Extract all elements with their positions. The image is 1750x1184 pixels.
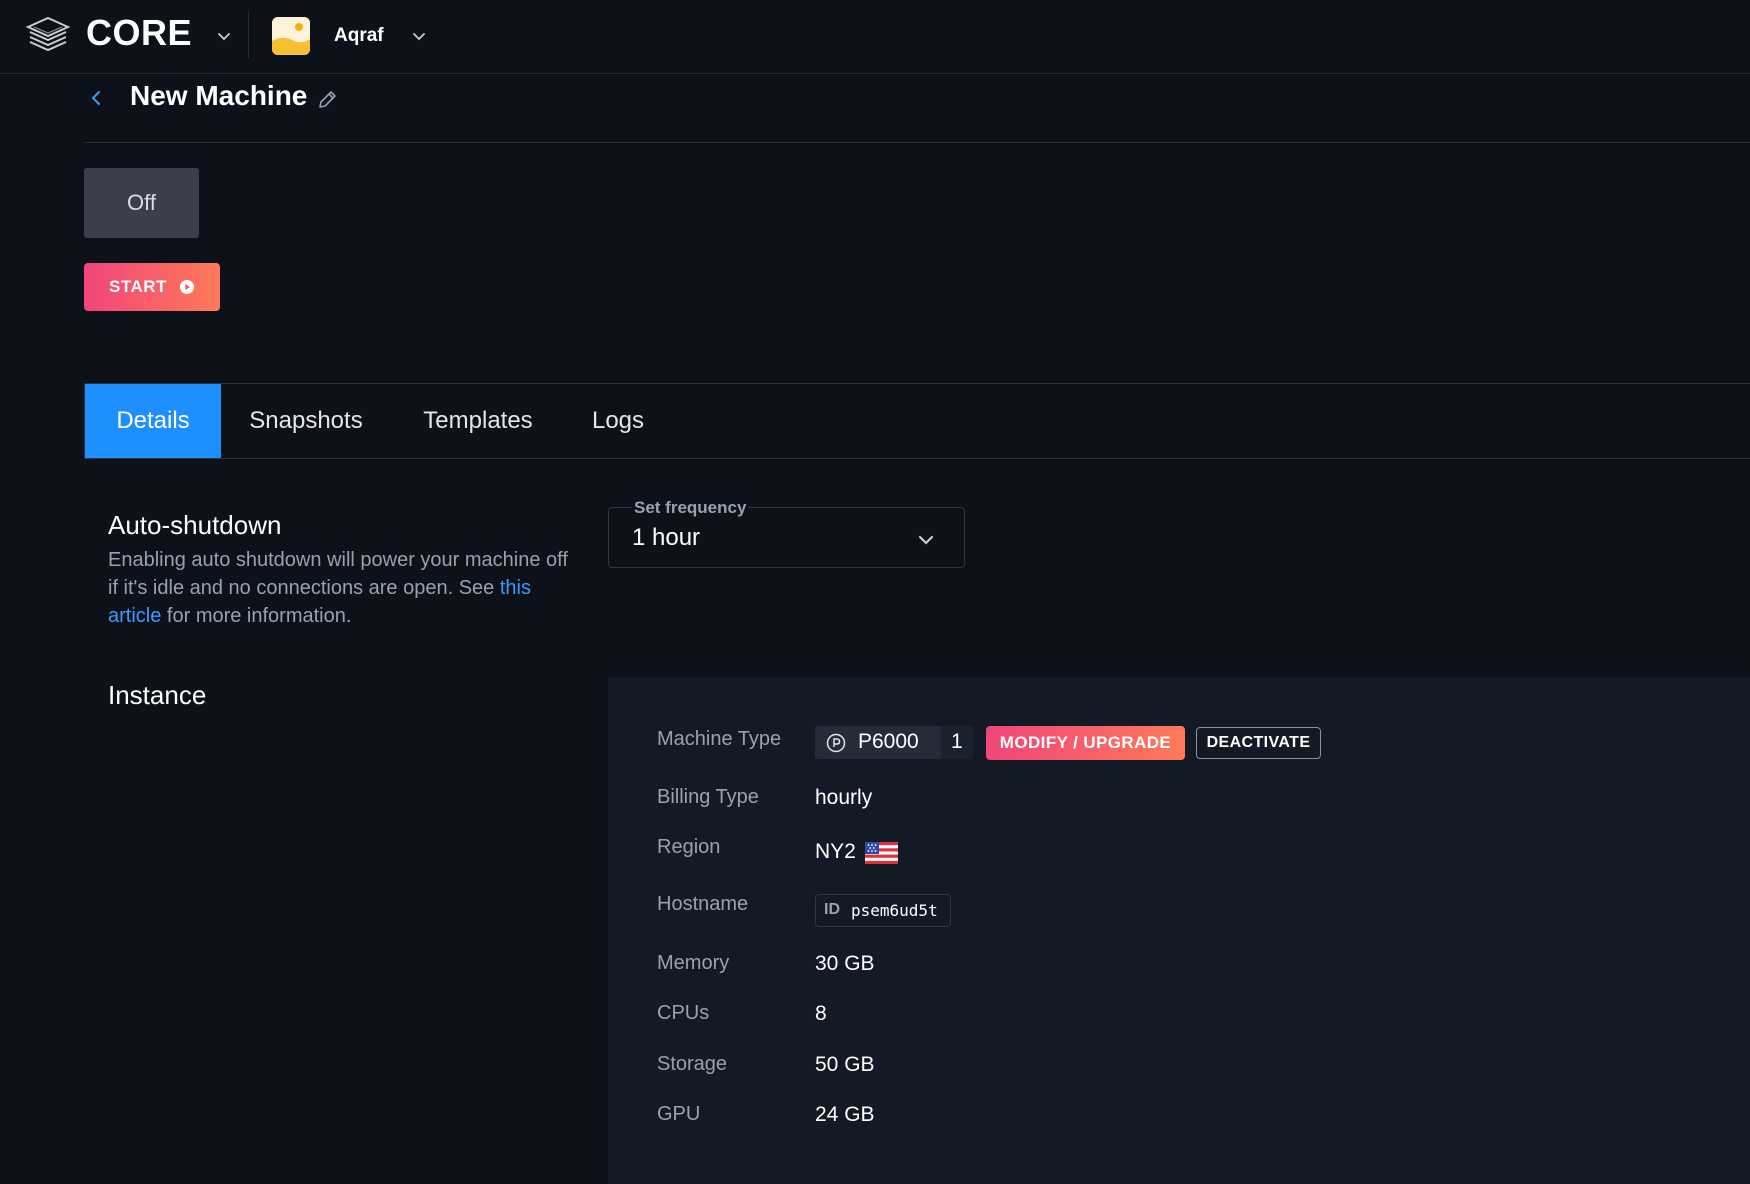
pencil-icon[interactable]	[316, 89, 338, 111]
region-label: Region	[657, 836, 721, 858]
machine-status-badge: Off	[84, 168, 199, 238]
auto-shutdown-description: Enabling auto shutdown will power your m…	[108, 546, 568, 630]
top-bar: CORE Aqraf	[0, 0, 1750, 74]
machine-count: 1	[951, 730, 963, 753]
start-button-label: START	[109, 277, 167, 296]
memory-value: 30 GB	[815, 952, 875, 975]
tab-templates[interactable]: Templates	[405, 384, 551, 458]
chevron-down-icon[interactable]	[411, 28, 427, 44]
header-divider-line	[84, 142, 1750, 143]
gpu-value: 24 GB	[815, 1103, 875, 1126]
team-name[interactable]: Aqraf	[334, 25, 384, 47]
page-title: New Machine	[130, 80, 308, 111]
instance-title: Instance	[108, 680, 207, 710]
team-avatar[interactable]	[272, 17, 310, 55]
play-circle-icon	[179, 280, 194, 294]
deactivate-button[interactable]: DEACTIVATE	[1196, 727, 1321, 759]
brand-name[interactable]: CORE	[86, 12, 192, 54]
billing-type-label: Billing Type	[657, 786, 759, 808]
frequency-label: Set frequency	[632, 498, 749, 518]
start-button[interactable]: START	[84, 263, 220, 311]
chevron-left-icon[interactable]	[86, 88, 106, 108]
storage-label: Storage	[657, 1053, 728, 1075]
hostname-label: Hostname	[657, 893, 749, 915]
us-flag-icon	[865, 842, 898, 864]
modify-upgrade-button[interactable]: MODIFY / UPGRADE	[986, 726, 1185, 760]
chevron-down-icon[interactable]	[916, 530, 936, 550]
tab-snapshots[interactable]: Snapshots	[235, 384, 377, 458]
tab-details[interactable]: Details	[85, 384, 221, 458]
hostname-value[interactable]: psem6ud5t	[851, 901, 938, 920]
machine-type-label: Machine Type	[657, 728, 782, 750]
frequency-value[interactable]: 1 hour	[632, 524, 700, 552]
storage-value: 50 GB	[815, 1053, 875, 1076]
cpus-value: 8	[815, 1002, 827, 1025]
chevron-down-icon[interactable]	[216, 28, 232, 44]
auto-shutdown-title: Auto-shutdown	[108, 510, 282, 540]
hostname-id-prefix: ID	[824, 901, 840, 918]
tab-logs[interactable]: Logs	[585, 384, 651, 458]
header-divider	[248, 12, 249, 58]
tab-bar: Details Snapshots Templates Logs	[84, 383, 1750, 459]
billing-type-value: hourly	[815, 786, 873, 809]
memory-label: Memory	[657, 952, 730, 974]
description-text-end: for more information.	[161, 605, 352, 627]
cpus-label: CPUs	[657, 1002, 710, 1024]
stacked-layers-icon[interactable]	[24, 14, 72, 56]
machine-type-name: P6000	[858, 730, 919, 753]
p-circle-icon	[826, 733, 846, 753]
region-value: NY2	[815, 840, 856, 863]
gpu-label: GPU	[657, 1103, 701, 1125]
